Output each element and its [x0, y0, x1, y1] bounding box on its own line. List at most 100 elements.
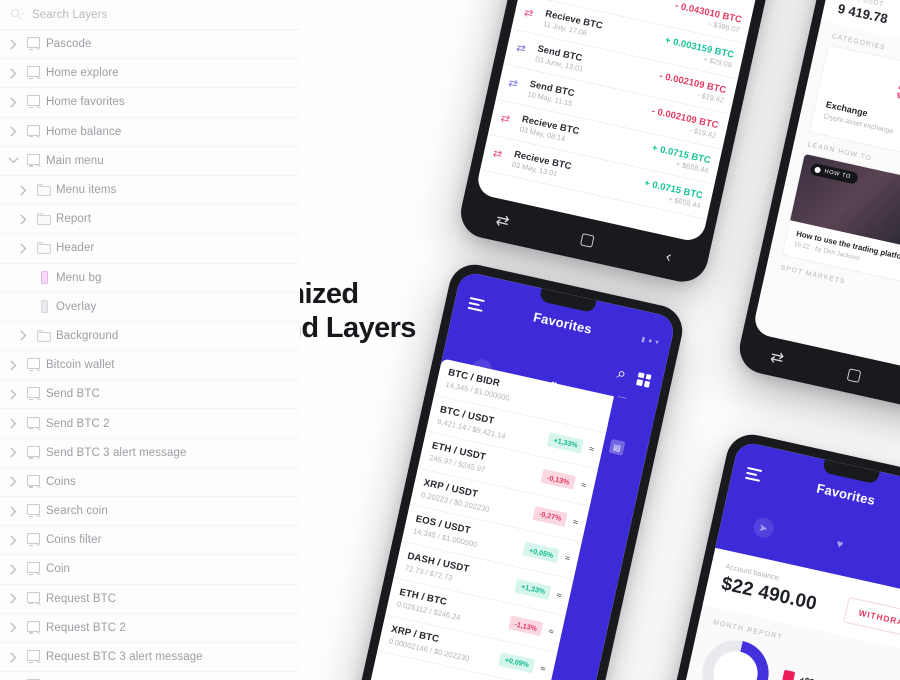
- chevron-right-icon[interactable]: [4, 88, 22, 117]
- phone-mockup-transactions: ⇄ Send BTC 11 July, 17:05 - 0.043010 BTC…: [456, 0, 806, 287]
- artboard-icon: [26, 66, 42, 80]
- recents-icon[interactable]: ⇄: [768, 346, 786, 368]
- layer-row-request-btc-3-alert-message[interactable]: Request BTC 3 alert message: [0, 643, 300, 673]
- tab-favorites-icon[interactable]: ♥: [835, 538, 844, 551]
- favorites-actions[interactable]: ⌕: [615, 365, 652, 390]
- artboard-icon: [26, 591, 42, 606]
- balance-screen: Favorites ➤ ♥ ▤ Account balance $22 490.…: [656, 440, 900, 680]
- folder-icon: [36, 242, 52, 255]
- transaction-list[interactable]: ⇄ Send BTC 11 July, 17:05 - 0.043010 BTC…: [480, 0, 794, 220]
- phone-mockup-balance: Favorites ➤ ♥ ▤ Account balance $22 490.…: [645, 429, 900, 680]
- chevron-right-icon[interactable]: [4, 351, 22, 380]
- notch: [822, 459, 880, 485]
- layer-row-request-btc[interactable]: Request BTC: [0, 585, 300, 614]
- sparkline-icon: ≈: [571, 516, 579, 527]
- report-legend: +$3 1 December: [778, 669, 839, 680]
- chevron-right-icon[interactable]: [4, 613, 22, 642]
- search-icon: [10, 8, 24, 22]
- sparkline-icon: ≈: [555, 589, 562, 601]
- home-icon[interactable]: ▢: [578, 228, 597, 251]
- chevron-right-icon[interactable]: [4, 438, 22, 467]
- back-icon[interactable]: ‹: [664, 248, 673, 267]
- layer-row-bitcoin-wallet[interactable]: Bitcoin wallet: [0, 351, 300, 381]
- layer-row-report[interactable]: Report: [0, 205, 300, 235]
- layer-label: Main menu: [46, 154, 104, 167]
- rectangle-icon: [40, 300, 48, 314]
- chevron-right-icon[interactable]: [4, 584, 22, 613]
- layer-tree[interactable]: Pascode Home explore Home favorites Home ba…: [0, 30, 300, 680]
- layer-row-search-coin[interactable]: Search coin: [0, 497, 300, 527]
- layer-row-home-explore[interactable]: Home explore: [0, 59, 300, 89]
- layer-label: Request BTC: [46, 592, 117, 605]
- search-icon[interactable]: ⌕: [615, 365, 627, 385]
- pair-change-badge: +1,33%: [514, 578, 552, 600]
- home-icon[interactable]: ▢: [845, 363, 864, 386]
- transfer-arrows-icon: ⇄: [499, 112, 512, 126]
- qr-code-icon[interactable]: [636, 371, 652, 388]
- chevron-right-icon[interactable]: [4, 467, 22, 496]
- chevron-right-icon[interactable]: [4, 409, 22, 438]
- chevron-right-icon[interactable]: [4, 380, 22, 409]
- layer-row-coin[interactable]: Coin: [0, 555, 300, 585]
- signal-icon: ▮: [640, 336, 646, 344]
- layer-row-coins-filter[interactable]: Coins filter: [0, 526, 300, 556]
- layer-label: Coins filter: [46, 534, 102, 547]
- layer-row-pascode[interactable]: Pascode: [0, 30, 300, 60]
- layer-row-send-btc-2[interactable]: Send BTC 2: [0, 409, 300, 439]
- sparkline-icon: ≈: [563, 552, 570, 564]
- chevron-right-icon[interactable]: [4, 643, 22, 672]
- layer-row-coins[interactable]: Coins: [0, 468, 300, 497]
- layer-label: Coins: [46, 475, 76, 488]
- pair-change-badge: -1,13%: [508, 615, 544, 637]
- layer-label: Send BTC 2: [46, 417, 110, 430]
- layer-row-home-balance[interactable]: Home balance: [0, 118, 300, 147]
- twisty-placeholder: [14, 263, 32, 292]
- chevron-right-icon[interactable]: [4, 672, 22, 680]
- chevron-right-icon[interactable]: [14, 321, 32, 350]
- chevron-right-icon[interactable]: [4, 497, 22, 526]
- sparkline-icon: ≈: [588, 443, 595, 454]
- how-to-chip: HOW TO: [809, 162, 859, 185]
- layer-label: Overlay: [56, 300, 97, 313]
- layer-row-background[interactable]: Background: [0, 321, 300, 352]
- chevron-down-icon[interactable]: [4, 146, 22, 175]
- artboard-icon: [26, 153, 42, 168]
- pair-change-badge: -0,27%: [532, 505, 568, 527]
- tab-explore-icon[interactable]: ➤: [751, 515, 776, 540]
- recents-icon[interactable]: ⇄: [494, 210, 511, 232]
- pair-change-badge: +0,09%: [498, 651, 536, 674]
- wallet-chip-icon[interactable]: ▤: [608, 438, 626, 456]
- layer-row-menu-items[interactable]: Menu items: [0, 176, 300, 206]
- sparkline-icon: ≈: [580, 479, 587, 491]
- layer-row-home-favorites[interactable]: Home favorites: [0, 88, 300, 118]
- layer-row-btc-address[interactable]: BTC Address: [0, 672, 300, 680]
- chevron-right-icon[interactable]: [4, 526, 22, 555]
- phone-mockup-exchange: ➤ BTC / USDT 9 419.78 CATEGORIES B Excha…: [734, 0, 900, 418]
- chevron-right-icon[interactable]: [14, 234, 32, 263]
- layer-row-header[interactable]: Header: [0, 234, 300, 264]
- artboard-icon: [26, 124, 42, 139]
- transaction-amounts: + 0.0715 BTC + $658.44: [641, 177, 704, 211]
- pair-change-badge: +1,33%: [547, 432, 584, 454]
- chevron-right-icon[interactable]: [4, 59, 22, 88]
- chevron-right-icon[interactable]: [14, 176, 32, 205]
- chevron-right-icon[interactable]: [4, 30, 22, 59]
- layer-label: Home explore: [46, 67, 119, 80]
- layer-row-send-btc-3-alert-message[interactable]: Send BTC 3 alert message: [0, 439, 300, 468]
- transfer-arrows-icon: ⇄: [522, 6, 535, 21]
- chevron-right-icon[interactable]: [14, 205, 32, 234]
- layers-search-row[interactable]: [0, 0, 300, 30]
- chevron-right-icon[interactable]: [4, 117, 22, 146]
- transfer-arrows-icon: ⇄: [507, 77, 519, 91]
- layer-row-overlay[interactable]: Overlay: [0, 293, 300, 322]
- transfer-arrows-icon: ⇄: [515, 41, 527, 56]
- artboard-icon: [26, 650, 42, 664]
- legend-value: +$3 1: [799, 674, 822, 680]
- layer-row-send-btc[interactable]: Send BTC: [0, 380, 300, 410]
- search-input[interactable]: [32, 8, 252, 21]
- chevron-right-icon[interactable]: [4, 555, 22, 584]
- folder-icon: [36, 184, 52, 197]
- layer-row-main-menu[interactable]: Main menu: [0, 147, 300, 176]
- layer-row-menu-bg[interactable]: Menu bg: [0, 264, 300, 293]
- layer-row-request-btc-2[interactable]: Request BTC 2: [0, 614, 300, 643]
